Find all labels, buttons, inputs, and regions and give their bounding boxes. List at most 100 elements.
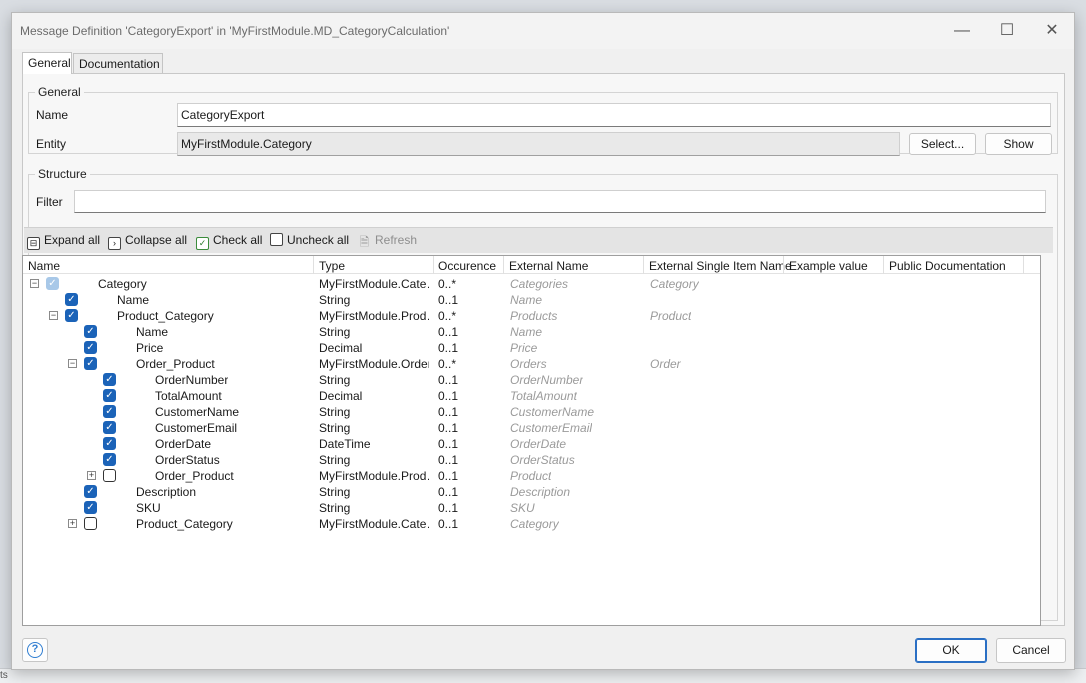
column-header-type[interactable]: Type (319, 259, 345, 273)
column-divider[interactable] (503, 256, 504, 274)
expand-all-button[interactable]: ⊟ Expand all (27, 233, 100, 250)
collapse-node-icon[interactable]: − (68, 359, 77, 368)
column-header-name[interactable]: Name (28, 259, 60, 273)
row-occurrence: 0..1 (438, 341, 459, 355)
row-type: MyFirstModule.Cate… (319, 277, 429, 291)
column-divider[interactable] (313, 256, 314, 274)
row-checkbox[interactable]: ✓ (84, 325, 97, 338)
tree-row[interactable]: ✓ CustomerEmail String 0..1 CustomerEmail (23, 420, 1040, 436)
column-header-public-documentation[interactable]: Public Documentation (889, 259, 1006, 273)
cancel-button[interactable]: Cancel (996, 638, 1066, 663)
tree-row[interactable]: ✓ OrderNumber String 0..1 OrderNumber (23, 372, 1040, 388)
row-external-name: SKU (510, 501, 535, 515)
row-name: Product_Category (117, 309, 214, 323)
tree-row[interactable]: + Product_Category MyFirstModule.Cate… 0..1… (23, 516, 1040, 532)
select-entity-button[interactable]: Select... (909, 133, 976, 155)
row-checkbox[interactable]: ✓ (103, 405, 116, 418)
maximize-icon[interactable]: ☐ (987, 19, 1027, 43)
row-occurrence: 0..1 (438, 501, 459, 515)
column-divider[interactable] (883, 256, 884, 274)
row-checkbox[interactable]: ✓ (103, 421, 116, 434)
row-occurrence: 0..* (438, 357, 457, 371)
row-checkbox[interactable]: ✓ (103, 373, 116, 386)
expand-node-icon[interactable]: + (87, 471, 96, 480)
row-type: String (319, 501, 351, 515)
row-type: Decimal (319, 341, 363, 355)
row-checkbox[interactable]: ✓ (84, 357, 97, 370)
row-checkbox[interactable]: ✓ (103, 389, 116, 402)
column-divider[interactable] (433, 256, 434, 274)
tree-row[interactable]: ✓ CustomerName String 0..1 CustomerName (23, 404, 1040, 420)
filter-input[interactable] (74, 190, 1046, 213)
row-checkbox[interactable]: ✓ (65, 309, 78, 322)
row-checkbox[interactable]: ✓ (65, 293, 78, 306)
row-checkbox[interactable]: ✓ (84, 485, 97, 498)
column-divider[interactable] (1023, 256, 1024, 274)
tree-row[interactable]: ✓ TotalAmount Decimal 0..1 TotalAmount (23, 388, 1040, 404)
row-external-name: Categories (510, 277, 569, 291)
collapse-node-icon[interactable]: − (49, 311, 58, 320)
uncheck-all-button[interactable]: Uncheck all (270, 233, 349, 247)
tree-row[interactable]: ✓ Name String 0..1 Name (23, 324, 1040, 340)
row-occurrence: 0..1 (438, 453, 459, 467)
expand-all-icon: ⊟ (27, 237, 40, 250)
row-checkbox[interactable] (84, 517, 97, 530)
row-checkbox[interactable]: ✓ (84, 341, 97, 354)
collapse-all-button[interactable]: › Collapse all (108, 233, 187, 250)
column-header-occurrence[interactable]: Occurence (438, 259, 496, 273)
column-divider[interactable] (783, 256, 784, 274)
refresh-button[interactable]: 🗎 Refresh (358, 233, 417, 250)
expand-node-icon[interactable]: + (68, 519, 77, 528)
row-checkbox[interactable]: ✓ (46, 277, 59, 290)
column-divider[interactable] (643, 256, 644, 274)
row-checkbox[interactable]: ✓ (103, 453, 116, 466)
tree-row[interactable]: − ✓ Product_Category MyFirstModule.Prod… 0..… (23, 308, 1040, 324)
column-header-example-value[interactable]: Example value (789, 259, 868, 273)
row-external-name: OrderDate (510, 437, 567, 451)
tree-row[interactable]: ✓ Description String 0..1 Description (23, 484, 1040, 500)
collapse-node-icon[interactable]: − (30, 279, 39, 288)
row-type: String (319, 325, 351, 339)
row-name: Category (98, 277, 147, 291)
show-entity-button[interactable]: Show (985, 133, 1052, 155)
row-external-name: Product (510, 469, 552, 483)
column-header-external-single-item-name[interactable]: External Single Item Name (649, 259, 792, 273)
row-external-name: Name (510, 325, 543, 339)
name-field[interactable]: CategoryExport (177, 103, 1051, 127)
tree-row[interactable]: ✓ OrderDate DateTime 0..1 OrderDate (23, 436, 1040, 452)
structure-tree-grid[interactable]: Name Type Occurence External Name Extern… (22, 255, 1041, 626)
help-button[interactable]: ? (22, 638, 48, 662)
name-label: Name (36, 108, 69, 122)
row-name: SKU (136, 501, 161, 515)
tree-row[interactable]: − ✓ Category MyFirstModule.Cate… 0..* Categor… (23, 276, 1040, 292)
tree-row[interactable]: ✓ Price Decimal 0..1 Price (23, 340, 1040, 356)
column-header-external-name[interactable]: External Name (509, 259, 588, 273)
background-text-fragment: ts (0, 670, 8, 681)
tree-row[interactable]: ✓ OrderStatus String 0..1 OrderStatus (23, 452, 1040, 468)
general-tab-panel: General Name CategoryExport Entity MyFir… (22, 73, 1065, 626)
tab-documentation[interactable]: Documentation (73, 53, 163, 73)
tree-row[interactable]: + Order_Product MyFirstModule.Prod… 0..1 Pro… (23, 468, 1040, 484)
row-checkbox[interactable]: ✓ (84, 501, 97, 514)
row-name: Price (136, 341, 164, 355)
tab-general[interactable]: General (22, 52, 72, 74)
check-all-button[interactable]: ✓ Check all (196, 233, 262, 250)
ok-button[interactable]: OK (915, 638, 987, 663)
row-type: MyFirstModule.Cate… (319, 517, 429, 531)
minimize-icon[interactable]: — (942, 19, 982, 43)
row-name: Product_Category (136, 517, 233, 531)
close-icon[interactable]: ✕ (1032, 19, 1072, 43)
row-checkbox[interactable]: ✓ (103, 437, 116, 450)
check-all-label: Check all (213, 233, 263, 247)
row-name: CustomerEmail (155, 421, 238, 435)
row-occurrence: 0..1 (438, 469, 459, 483)
row-name: CustomerName (155, 405, 240, 419)
tree-row[interactable]: − ✓ Order_Product MyFirstModule.Order 0..* Or… (23, 356, 1040, 372)
row-external-name: Orders (510, 357, 547, 371)
tree-row[interactable]: ✓ Name String 0..1 Name (23, 292, 1040, 308)
refresh-icon: 🗎 (359, 235, 370, 249)
row-occurrence: 0..1 (438, 373, 459, 387)
row-checkbox[interactable] (103, 469, 116, 482)
tree-row[interactable]: ✓ SKU String 0..1 SKU (23, 500, 1040, 516)
row-external-name: Name (510, 293, 543, 307)
